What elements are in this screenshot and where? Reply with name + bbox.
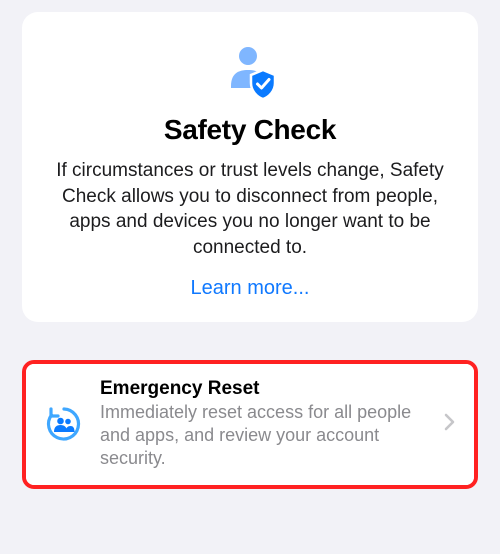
spacer <box>22 322 478 360</box>
emergency-reset-text: Emergency Reset Immediately reset access… <box>100 378 444 471</box>
learn-more-link[interactable]: Learn more... <box>191 277 310 300</box>
emergency-reset-highlight: Emergency Reset Immediately reset access… <box>22 360 478 489</box>
chevron-right-icon <box>444 413 464 436</box>
safety-check-card: Safety Check If circumstances or trust l… <box>22 12 478 322</box>
person-shield-icon <box>42 42 458 100</box>
page-description: If circumstances or trust levels change,… <box>42 158 458 261</box>
emergency-reset-title: Emergency Reset <box>100 378 444 400</box>
page-title: Safety Check <box>42 114 458 146</box>
reset-people-icon <box>40 403 88 445</box>
emergency-reset-subtitle: Immediately reset access for all people … <box>100 401 444 471</box>
emergency-reset-row[interactable]: Emergency Reset Immediately reset access… <box>26 364 474 485</box>
